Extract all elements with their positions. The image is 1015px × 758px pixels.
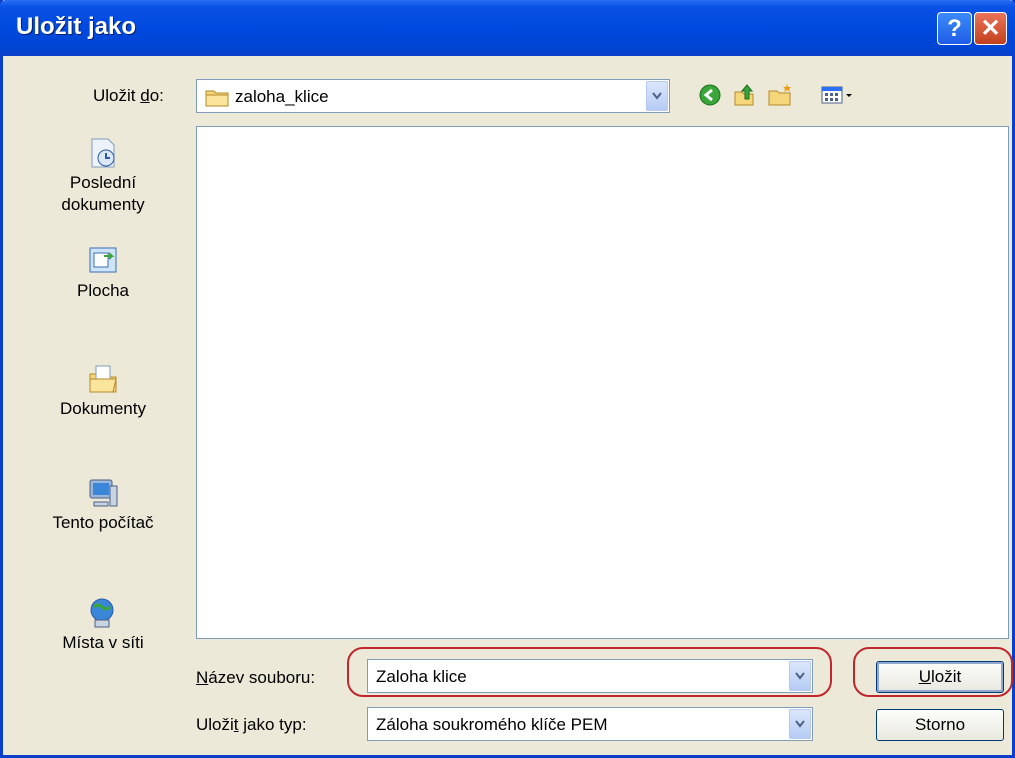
place-network-places[interactable]: Místa v síti — [28, 596, 178, 654]
close-icon: ✕ — [980, 15, 1001, 42]
my-documents-icon — [89, 365, 117, 393]
cancel-button[interactable]: Storno — [876, 709, 1004, 741]
dialog-title: Uložit jako — [16, 13, 137, 40]
place-recent-documents[interactable]: Poslední dokumenty — [28, 136, 178, 216]
place-my-documents[interactable]: Dokumenty — [28, 362, 178, 420]
save-button[interactable]: Uložit — [876, 661, 1004, 693]
network-places-icon — [90, 598, 114, 628]
new-folder-icon[interactable] — [767, 82, 793, 108]
chevron-down-icon — [795, 720, 805, 728]
recent-documents-icon — [91, 138, 115, 168]
filename-label: Název souboru: — [196, 668, 316, 687]
close-button[interactable]: ✕ — [974, 12, 1007, 45]
up-folder-icon[interactable] — [731, 82, 757, 108]
desktop-icon — [89, 247, 117, 273]
save-as-dialog: Uložit jako ? ✕ Uložit do: zaloha_klice — [0, 0, 1015, 758]
places-bar: Poslední dokumenty Plocha Dokumenty Tent… — [28, 126, 178, 652]
back-icon[interactable] — [697, 82, 723, 108]
filename-combo[interactable]: Zaloha klice — [367, 659, 813, 693]
file-list-view[interactable] — [196, 126, 1009, 639]
save-in-dropdown-button[interactable] — [646, 81, 668, 111]
save-in-value: zaloha_klice — [235, 87, 329, 106]
filetype-value: Záloha soukromého klíče PEM — [376, 715, 608, 734]
filetype-combo[interactable]: Záloha soukromého klíče PEM — [367, 707, 813, 741]
place-my-computer[interactable]: Tento počítač — [28, 476, 178, 534]
help-icon: ? — [947, 14, 962, 42]
chevron-down-icon — [795, 672, 805, 680]
save-in-label: Uložit do: — [93, 86, 164, 105]
views-menu-icon[interactable] — [820, 82, 860, 108]
save-in-combo[interactable]: zaloha_klice — [196, 79, 670, 113]
chevron-down-icon — [652, 92, 662, 100]
place-desktop[interactable]: Plocha — [28, 244, 178, 302]
filetype-label: Uložit jako typ: — [196, 715, 307, 734]
my-computer-icon — [89, 479, 118, 507]
filetype-dropdown-button[interactable] — [789, 709, 811, 739]
help-button[interactable]: ? — [937, 12, 972, 45]
filename-dropdown-button[interactable] — [789, 661, 811, 691]
title-bar[interactable]: Uložit jako ? ✕ — [0, 0, 1015, 56]
folder-icon — [205, 90, 229, 107]
filename-input[interactable]: Zaloha klice — [376, 667, 467, 687]
